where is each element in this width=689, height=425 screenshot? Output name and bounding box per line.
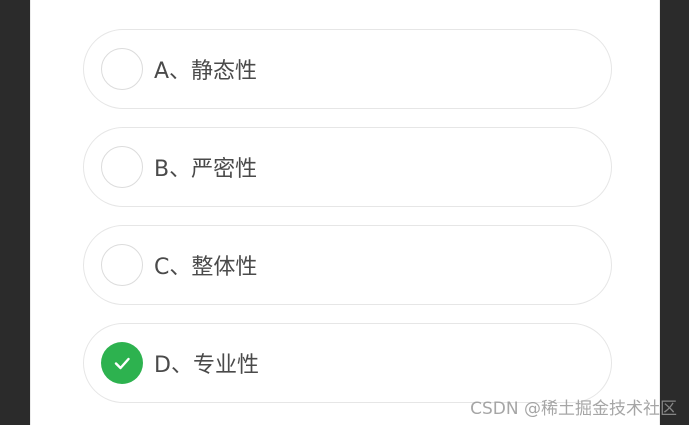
- option-a-label: A、静态性: [154, 59, 258, 84]
- radio-b-icon[interactable]: [101, 146, 143, 188]
- option-b[interactable]: B、严密性: [83, 127, 612, 207]
- options-list: A、静态性 B、严密性 C、整体性 D、专业性: [83, 29, 612, 421]
- checkmark-icon[interactable]: [101, 342, 143, 384]
- option-a[interactable]: A、静态性: [83, 29, 612, 109]
- question-card: A、静态性 B、严密性 C、整体性 D、专业性: [30, 0, 660, 425]
- option-d[interactable]: D、专业性: [83, 323, 612, 403]
- radio-a-icon[interactable]: [101, 48, 143, 90]
- option-b-label: B、严密性: [154, 157, 258, 182]
- option-c-label: C、整体性: [154, 255, 258, 280]
- option-d-label: D、专业性: [154, 353, 259, 378]
- watermark: CSDN @稀土掘金技术社区: [470, 399, 677, 419]
- radio-c-icon[interactable]: [101, 244, 143, 286]
- option-c[interactable]: C、整体性: [83, 225, 612, 305]
